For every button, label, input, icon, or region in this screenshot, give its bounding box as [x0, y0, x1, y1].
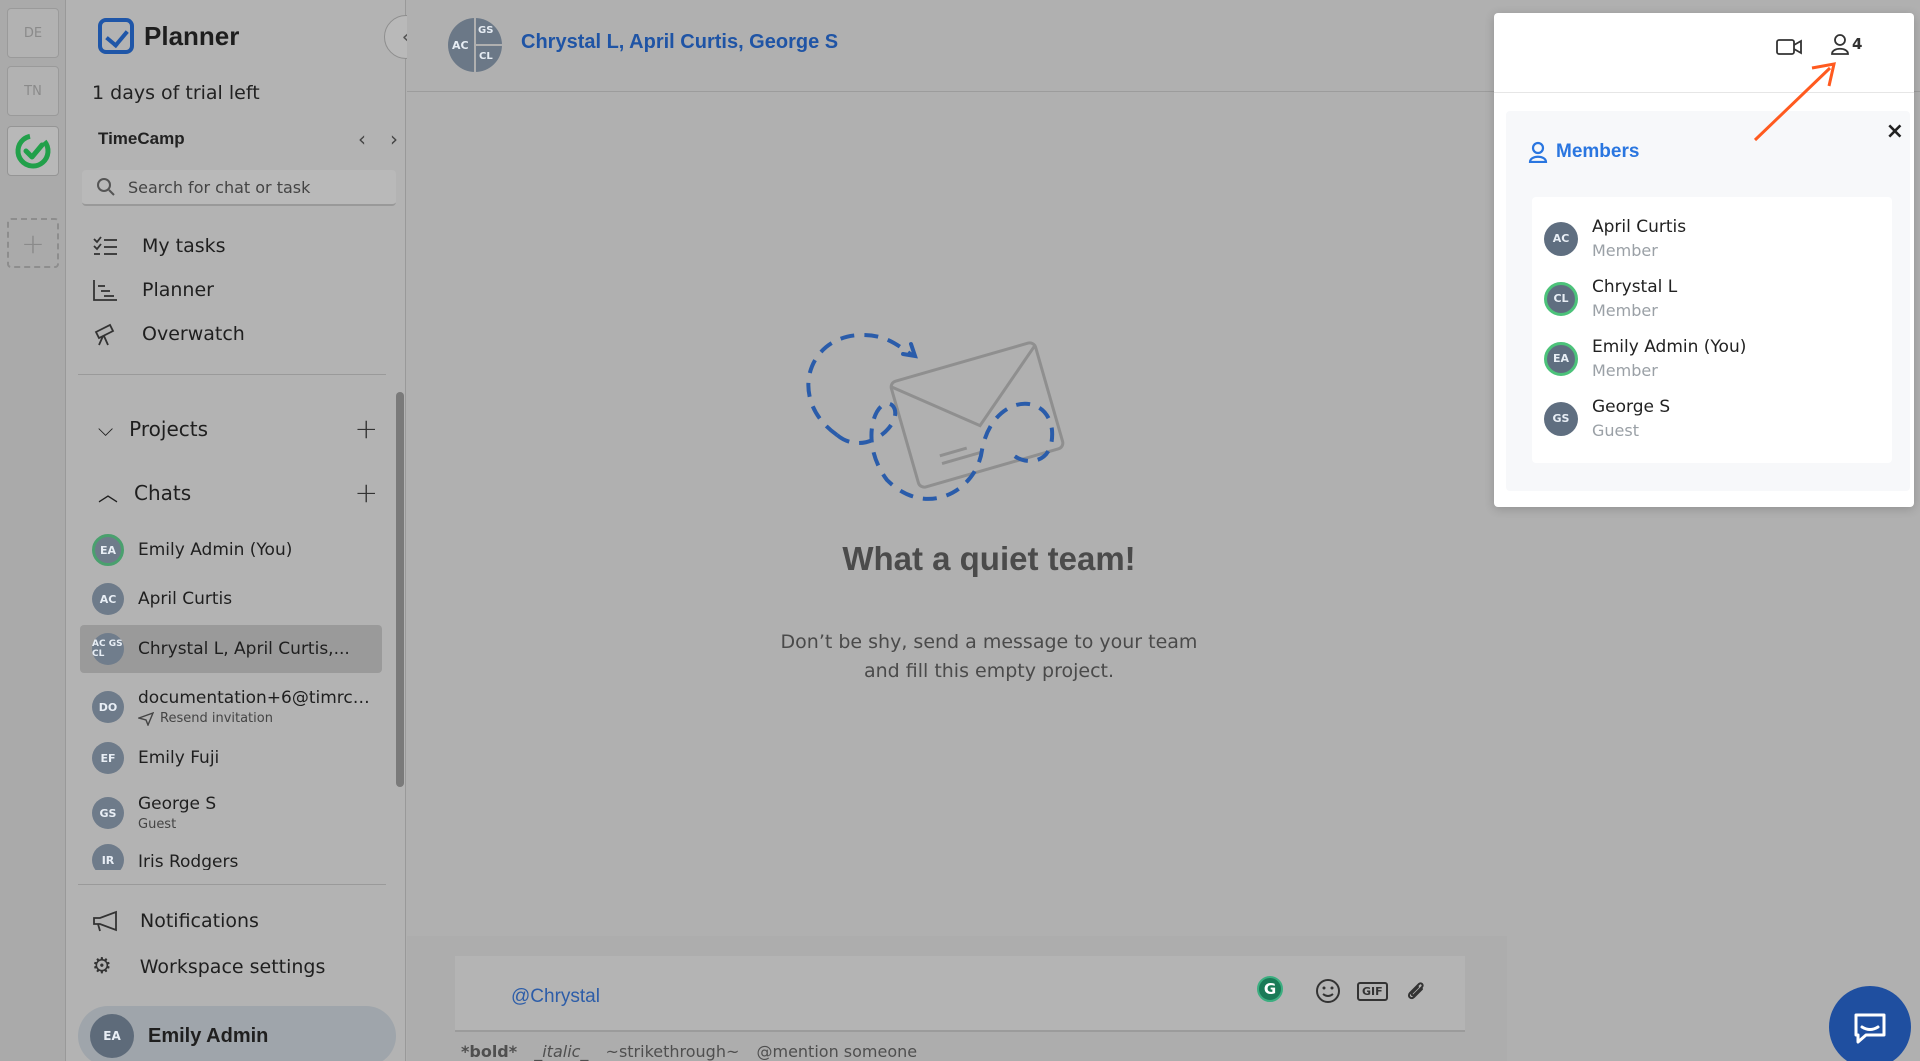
app-name: Planner — [144, 20, 240, 51]
workspace-rail: DE TN + — [0, 0, 66, 1061]
nav-overwatch[interactable]: Overwatch — [92, 322, 245, 346]
grammarly-icon[interactable]: G — [1257, 976, 1283, 1002]
message-input[interactable]: @Chrystal G GIF — [455, 956, 1465, 1032]
emoji-icon[interactable] — [1315, 978, 1341, 1004]
nav-notifications[interactable]: Notifications — [92, 910, 259, 932]
popup-header: 4 — [1494, 13, 1914, 93]
workspace-de[interactable]: DE — [7, 8, 59, 58]
chat-item[interactable]: AC April Curtis — [80, 575, 382, 623]
members-button[interactable]: 4 — [1830, 33, 1862, 55]
gear-icon: ⚙ — [92, 954, 112, 979]
paperclip-icon[interactable] — [1404, 978, 1428, 1004]
add-chat-button[interactable]: + — [355, 476, 378, 509]
telescope-icon — [92, 322, 118, 346]
members-panel: × Members AC April Curtis Member CL Chrys… — [1506, 111, 1910, 491]
members-popup: 4 × Members AC April Curtis Member CL Chr… — [1494, 13, 1914, 507]
member-item[interactable]: GS George S Guest — [1544, 397, 1670, 440]
checklist-icon — [92, 234, 118, 258]
divider — [78, 884, 386, 885]
nav-workspace-settings[interactable]: ⚙ Workspace settings — [92, 954, 325, 979]
close-button[interactable]: × — [1886, 119, 1904, 144]
avatar: GS — [92, 797, 124, 829]
nav-my-tasks[interactable]: My tasks — [92, 234, 226, 258]
megaphone-icon — [93, 910, 117, 932]
planner-logo-icon — [98, 18, 134, 54]
add-project-button[interactable]: + — [355, 412, 378, 445]
avatar: IR — [92, 844, 124, 870]
divider — [78, 374, 386, 375]
user-profile[interactable]: EA Emily Admin — [78, 1006, 396, 1061]
resend-invitation-link[interactable]: Resend invitation — [138, 711, 378, 726]
chat-bubble-icon — [1854, 1013, 1886, 1044]
video-camera-icon — [1776, 39, 1802, 55]
avatar: EA — [90, 1014, 134, 1058]
workspace-tn[interactable]: TN — [7, 66, 59, 116]
projects-label[interactable]: Projects — [129, 417, 208, 441]
chat-item[interactable]: DO documentation+6@timrca... Resend invi… — [80, 679, 382, 735]
plus-icon: + — [21, 226, 45, 260]
avatar: EF — [92, 742, 124, 774]
nav-planner[interactable]: Planner — [92, 278, 214, 302]
avatar: DO — [92, 691, 124, 723]
send-icon — [138, 711, 154, 726]
help-chat-button[interactable] — [1829, 986, 1911, 1061]
avatar: EA — [1544, 341, 1578, 376]
member-count: 4 — [1852, 35, 1863, 53]
video-call-button[interactable] — [1774, 33, 1804, 61]
chats-label[interactable]: Chats — [134, 481, 191, 505]
app-logo[interactable]: Planner — [98, 18, 239, 54]
group-avatar: AC GS CL — [92, 633, 124, 665]
projects-section: ⌵ Projects + — [98, 412, 378, 445]
chat-item[interactable]: EA Emily Admin (You) — [80, 526, 382, 574]
workspace-name: TimeCamp — [98, 129, 185, 148]
member-list: AC April Curtis Member CL Chrystal L Membe… — [1532, 197, 1892, 463]
avatar: AC — [92, 583, 124, 615]
sidebar-scrollbar[interactable] — [396, 392, 404, 787]
avatar: CL — [1544, 281, 1578, 316]
gif-button[interactable]: GIF — [1357, 981, 1388, 1001]
guest-badge: Guest — [138, 817, 177, 832]
group-avatar: AC GS CL — [448, 18, 502, 72]
add-workspace-button[interactable]: + — [7, 218, 59, 268]
chat-title[interactable]: Chrystal L, April Curtis, George S — [521, 31, 838, 54]
chats-section: ︿ Chats + — [98, 476, 378, 509]
timecamp-logo-icon — [15, 133, 51, 169]
trial-notice: 1 days of trial left — [92, 82, 260, 104]
workspace-switcher: TimeCamp ‹ › — [98, 127, 398, 151]
chat-item[interactable]: EF Emily Fuji — [80, 734, 382, 782]
format-hints: *bold* _italic_ ~strikethrough~ @mention… — [461, 1042, 918, 1061]
person-icon — [1831, 34, 1849, 55]
chat-item[interactable]: GS George S Guest — [80, 788, 382, 838]
gantt-icon — [92, 278, 118, 302]
member-item[interactable]: CL Chrystal L Member — [1544, 277, 1677, 320]
members-title: Members — [1528, 141, 1639, 163]
sidebar: Planner ‹ 1 days of trial left TimeCamp … — [66, 0, 428, 1061]
search-input[interactable]: Search for chat or task — [82, 170, 396, 206]
member-item[interactable]: EA Emily Admin (You) Member — [1544, 337, 1746, 380]
search-placeholder: Search for chat or task — [128, 177, 311, 197]
chat-item-selected[interactable]: AC GS CL Chrystal L, April Curtis,... — [80, 625, 382, 673]
envelope-illustration — [806, 332, 1065, 501]
chevron-up-icon[interactable]: ︿ — [98, 478, 118, 507]
search-icon — [97, 178, 115, 196]
annotation-arrow — [1753, 62, 1836, 142]
empty-state-title: What a quiet team! — [842, 540, 1136, 577]
avatar: GS — [1544, 401, 1578, 436]
person-icon — [1528, 141, 1548, 163]
member-item[interactable]: AC April Curtis Member — [1544, 217, 1686, 260]
chevron-left-icon[interactable]: ‹ — [358, 127, 366, 151]
workspace-timecamp[interactable] — [7, 126, 59, 176]
chat-item[interactable]: IR Iris Rodgers — [80, 844, 382, 870]
avatar: EA — [92, 534, 124, 566]
chevron-right-icon[interactable]: › — [390, 127, 398, 151]
avatar: AC — [1544, 221, 1578, 256]
chevron-down-icon[interactable]: ⌵ — [98, 417, 113, 441]
message-input-value: @Chrystal — [511, 986, 600, 1007]
empty-state-subtitle: Don’t be shy, send a message to your tea… — [780, 631, 1198, 682]
